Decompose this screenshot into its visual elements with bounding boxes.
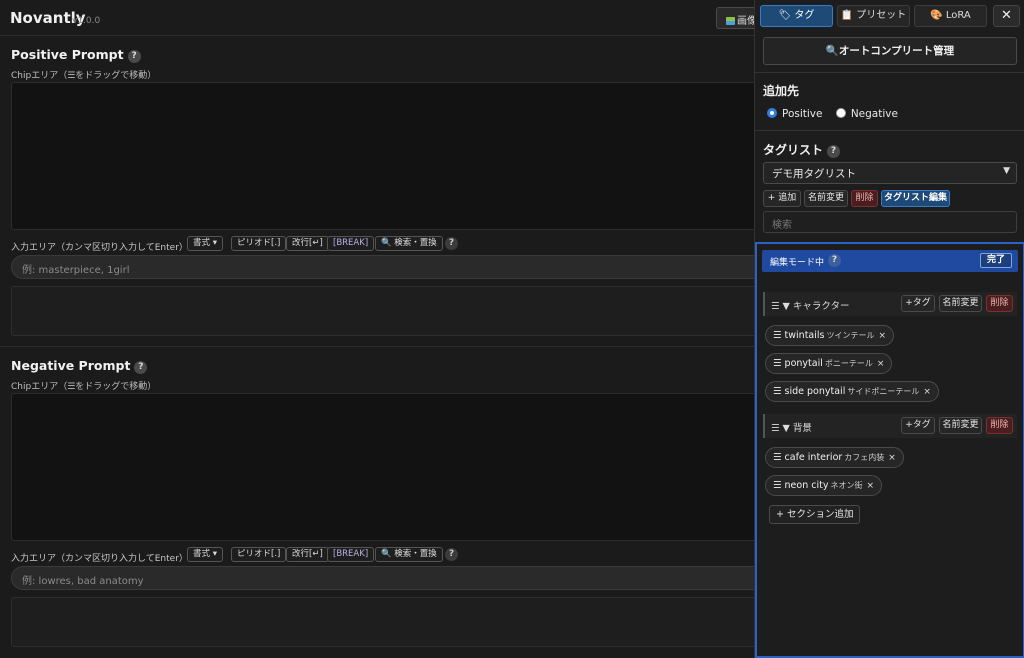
drag-handle-icon[interactable]: ☰ ▼ キャラクター [771,298,849,312]
tag-chip[interactable]: ☰ neon city ネオン街 × [765,475,883,496]
edit-taglist-button[interactable]: タグリスト編集 [881,190,950,207]
tag-chip-label: ☰ twintails [773,330,825,341]
app-header: Novantly v1.0.0 画像 [0,0,764,36]
tag-chip-label: ☰ ponytail [773,358,823,369]
format-dropdown[interactable]: 書式 ▾ [187,547,223,562]
tab-tags[interactable]: 🏷 タグ [760,5,833,27]
close-button[interactable]: ✕ [993,5,1020,27]
edit-mode-bar: 編集モード中 ? 完了 [762,250,1018,272]
remove-icon[interactable]: × [878,331,886,341]
format-dropdown[interactable]: 書式 ▾ [187,236,223,251]
rename-taglist-button[interactable]: 名前変更 [804,190,848,207]
chevron-down-icon: ▼ [1003,166,1010,176]
panel-divider [755,130,1024,131]
positive-chip-area[interactable] [11,82,771,230]
positive-title-text: Positive Prompt [11,47,124,62]
add-tag-button[interactable]: +タグ [901,295,935,312]
drag-handle-icon[interactable]: ☰ ▼ 背景 [771,420,812,434]
taglist-select-value: デモ用タグリスト [772,168,856,180]
positive-input-label: 入力エリア（カンマ区切り入力してEnter） [11,243,188,253]
section-header-character: ☰ ▼ キャラクター +タグ 名前変更 削除 [763,292,1017,316]
add-taglist-button[interactable]: + 追加 [763,190,801,207]
tag-search-input[interactable]: 検索 [763,211,1017,233]
negative-title-text: Negative Prompt [11,358,131,373]
section-header-background: ☰ ▼ 背景 +タグ 名前変更 削除 [763,414,1017,438]
done-button[interactable]: 完了 [980,253,1012,268]
app-root: Novantly v1.0.0 画像 Positive Prompt? Chip… [0,0,1024,658]
radio-positive[interactable]: Positive [767,108,822,120]
tag-chip[interactable]: ☰ twintails ツインテール × [765,325,895,346]
add-tag-button[interactable]: +タグ [901,417,935,434]
search-replace-button[interactable]: 🔍 検索・置換 [375,547,443,562]
negative-chip-area[interactable] [11,393,771,541]
help-icon[interactable]: ? [828,254,841,267]
remove-icon[interactable]: × [866,481,874,491]
newline-button[interactable]: 改行[↵] [286,547,329,562]
help-icon[interactable]: ? [827,145,841,158]
add-section-button[interactable]: + セクション追加 [769,505,861,524]
help-icon[interactable]: ? [134,361,148,374]
negative-input-label: 入力エリア（カンマ区切り入力してEnter） [11,554,188,564]
negative-chip-hint: Chipエリア（☰をドラッグで移動） [11,382,157,392]
autocomplete-manage-button[interactable]: 🔍オートコンプリート管理 [763,37,1017,65]
tag-chip-translation: カフェ内装 [844,453,885,462]
tab-presets[interactable]: 📋 プリセット [837,5,910,27]
radio-checked-icon [767,108,777,118]
remove-icon[interactable]: × [923,387,931,397]
tag-chip-label: ☰ side ponytail [773,386,846,397]
tag-chip-label: ☰ cafe interior [773,452,843,463]
target-radio-group: Positive Negative [767,108,898,120]
tag-chip[interactable]: ☰ cafe interior カフェ内装 × [765,447,904,468]
newline-button[interactable]: 改行[↵] [286,236,329,251]
radio-positive-label: Positive [782,108,823,120]
taglist-heading: タグリスト? [763,141,841,158]
delete-taglist-button[interactable]: 削除 [851,190,878,207]
delete-section-button[interactable]: 削除 [986,417,1013,434]
period-button[interactable]: ピリオド[.] [231,236,287,251]
negative-input[interactable]: 例: lowres, bad anatomy [11,566,771,590]
target-heading: 追加先 [763,84,800,98]
radio-negative-label: Negative [850,108,898,120]
period-button[interactable]: ピリオド[.] [231,547,287,562]
rename-section-button[interactable]: 名前変更 [939,417,982,434]
tag-chip[interactable]: ☰ ponytail ポニーテール × [765,353,893,374]
main-area: Novantly v1.0.0 画像 Positive Prompt? Chip… [0,0,771,658]
positive-prompt-title: Positive Prompt? [11,47,141,63]
tag-chip-translation: サイドポニーテール [847,387,920,396]
remove-icon[interactable]: × [877,359,885,369]
tag-chip-translation: ポニーテール [824,359,873,368]
tag-chip-translation: ネオン街 [830,481,863,490]
panel-divider [755,72,1024,73]
tag-chip[interactable]: ☰ side ponytail サイドポニーテール × [765,381,939,402]
rename-section-button[interactable]: 名前変更 [939,295,982,312]
help-icon[interactable]: ? [127,50,141,63]
negative-preview [11,597,771,647]
radio-negative[interactable]: Negative [835,108,898,120]
taglist-select[interactable]: デモ用タグリスト ▼ [763,162,1017,184]
section-divider [0,346,754,347]
positive-preview [11,286,771,336]
break-button[interactable]: [BREAK] [327,236,375,251]
tab-lora[interactable]: 🎨 LoRA [914,5,987,27]
taglist-heading-text: タグリスト [763,143,824,157]
app-version: v1.0.0 [72,16,101,26]
delete-section-button[interactable]: 削除 [986,295,1013,312]
taglist-editor: 編集モード中 ? 完了 ☰ ▼ キャラクター +タグ 名前変更 削除 ☰ twi… [755,242,1024,658]
search-replace-button[interactable]: 🔍 検索・置換 [375,236,443,251]
tag-chip-label: ☰ neon city [773,480,829,491]
negative-prompt-title: Negative Prompt? [11,358,148,374]
break-button[interactable]: [BREAK] [327,547,375,562]
tag-panel: 🏷 タグ 📋 プリセット 🎨 LoRA ✕ 🔍オートコンプリート管理 追加先 P… [754,0,1024,658]
help-icon[interactable]: ? [445,548,458,561]
edit-mode-label: 編集モード中 [770,258,825,268]
remove-icon[interactable]: × [888,453,896,463]
tag-chip-translation: ツインテール [826,331,875,340]
positive-input[interactable]: 例: masterpiece, 1girl [11,255,771,279]
positive-chip-hint: Chipエリア（☰をドラッグで移動） [11,71,157,81]
help-icon[interactable]: ? [445,237,458,250]
image-icon [726,17,735,25]
radio-unchecked-icon [835,108,846,118]
